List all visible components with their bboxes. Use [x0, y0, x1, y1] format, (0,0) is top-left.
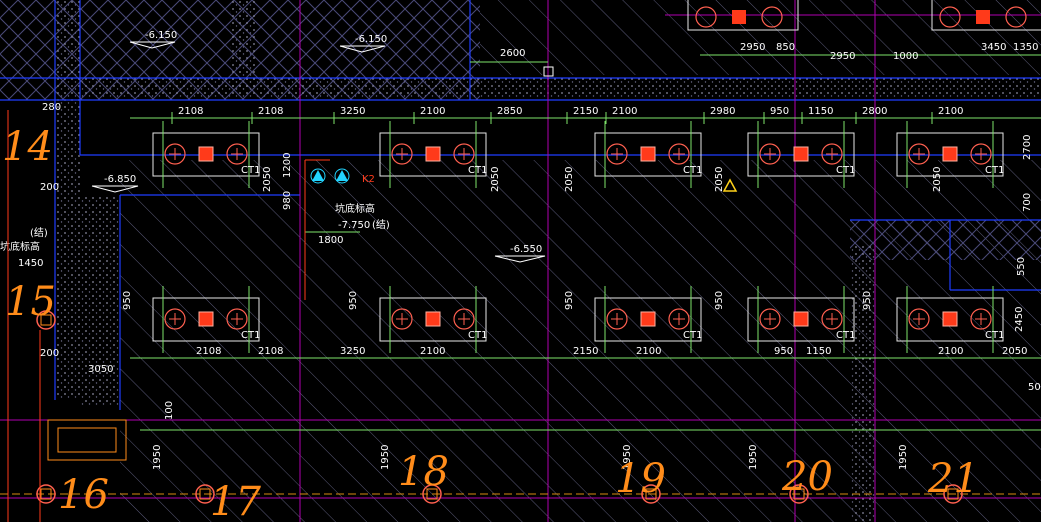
top-dim-label: 2100 [420, 106, 445, 117]
bottom-dim-label: 1150 [806, 346, 831, 357]
vertical-dim-label: 1950 [152, 445, 163, 470]
bottom-dim-label: 3250 [340, 346, 365, 357]
pit-note-suffix: (结) [372, 218, 390, 231]
bottom-left-structure [47, 419, 127, 461]
vertical-dim-label: 2050 [714, 167, 725, 192]
pit-note-text: 坑底标高 [335, 202, 375, 215]
elevation-label: -6.850 [104, 174, 136, 185]
top-dim-label: 2100 [938, 106, 963, 117]
vertical-dim-label: 1950 [898, 445, 909, 470]
handwritten-number: 21 [927, 456, 979, 502]
vertical-dim-label: 2050 [932, 167, 943, 192]
vertical-dim-label: 700 [1022, 193, 1033, 212]
vertical-dim-label: 980 [282, 191, 293, 210]
vertical-dim-label: 950 [564, 291, 575, 310]
top-dim-label: 2800 [862, 106, 887, 117]
left-note: 坑底标高 (结) 1450 [0, 226, 48, 269]
elevation-label: -6.550 [510, 244, 542, 255]
top-dim-label: 2108 [258, 106, 283, 117]
handwritten-number: 16 [58, 472, 109, 518]
bottom-dim-label: 2100 [938, 346, 963, 357]
bottom-dim-label: 2100 [420, 346, 445, 357]
vertical-dim-label: 2050 [262, 167, 273, 192]
top-dim-label: 2108 [178, 106, 203, 117]
cap-label: CT1 [985, 165, 1004, 176]
cap-label: CT1 [683, 165, 702, 176]
dim-200-a: 200 [40, 182, 59, 193]
bottom-dim-label: 950 [774, 346, 793, 357]
vertical-dim-label: 100 [164, 401, 175, 420]
k-label: K2 [362, 174, 375, 185]
wall-top-dots [230, 0, 255, 90]
top-dim-label: 2850 [497, 106, 522, 117]
upper-dim-label: 850 [776, 42, 795, 53]
left-dim-1450: 1450 [18, 258, 43, 269]
vertical-dim-label: 2450 [1014, 307, 1025, 332]
vertical-dim-label: 550 [1016, 257, 1027, 276]
dim-280: 280 [42, 102, 61, 113]
upper-dim-label: 2600 [500, 48, 525, 59]
top-dim-label: 2150 [573, 106, 598, 117]
cap-label: CT1 [468, 165, 487, 176]
wall-beam-dots [80, 78, 1040, 98]
bottom-dim-label: 2150 [573, 346, 598, 357]
upper-dim-label: 1350 [1013, 42, 1038, 53]
right-strip-hatch [850, 220, 1041, 260]
cap-label: CT1 [836, 330, 855, 341]
elevation-label: -6.150 [355, 34, 387, 45]
vertical-dim-label: 1950 [380, 445, 391, 470]
vertical-dim-label: 950 [348, 291, 359, 310]
upper-dim-label: 2950 [740, 42, 765, 53]
upper-dim-label: 2950 [830, 51, 855, 62]
cap-label: CT1 [241, 165, 260, 176]
bottom-dim-label: 2050 [1002, 346, 1027, 357]
pit-width-dim: 1800 [318, 235, 343, 246]
vertical-dim-label: 1200 [282, 153, 293, 178]
upper-dim-label: 3450 [981, 42, 1006, 53]
left-note-suffix: (结) [30, 226, 48, 239]
upper-dim-label: 1000 [893, 51, 918, 62]
cap-label: CT1 [836, 165, 855, 176]
bottom-dim-label: 2108 [196, 346, 221, 357]
handwritten-number: 14 [2, 124, 53, 170]
left-note-text: 坑底标高 [0, 240, 40, 253]
vertical-dim-label: 2050 [564, 167, 575, 192]
vertical-dim-label: 2050 [490, 167, 501, 192]
top-dim-label: 3250 [340, 106, 365, 117]
cap-label: CT1 [683, 330, 702, 341]
bottom-dim-label: 2108 [258, 346, 283, 357]
handwritten-number: 19 [615, 456, 666, 502]
vertical-dim-label: 950 [714, 291, 725, 310]
dim-3050: 3050 [88, 364, 113, 375]
cap-label: CT1 [985, 330, 1004, 341]
top-dim-label: 950 [770, 106, 789, 117]
cap-label: CT1 [468, 330, 487, 341]
handwritten-number: 15 [5, 279, 56, 325]
pit-elevation: -7.750 [338, 220, 370, 231]
handwritten-number: 20 [781, 454, 833, 500]
top-dim-label: 2980 [710, 106, 735, 117]
upper-right-hatch [480, 0, 1041, 75]
vertical-dim-label: 2700 [1022, 135, 1033, 160]
dim-50: 50 [1028, 382, 1041, 393]
top-dim-label: 1150 [808, 106, 833, 117]
bottom-dim-label: 2100 [636, 346, 661, 357]
vertical-dim-label: 950 [862, 291, 873, 310]
handwritten-number: 18 [398, 449, 449, 495]
cap-label: CT1 [241, 330, 260, 341]
vertical-dim-label: 950 [122, 291, 133, 310]
vertical-dim-label: 1950 [748, 445, 759, 470]
wall-topleft-dots [55, 0, 80, 100]
elevation-label: -6.150 [145, 30, 177, 41]
cad-drawing: 2108 2108 3250 2100 2850 2150 2100 2980 950 1150 2… [0, 0, 1041, 522]
wall-right-dots [850, 245, 875, 522]
top-dim-label: 2100 [612, 106, 637, 117]
handwritten-number: 17 [210, 479, 261, 522]
dim-200-b: 200 [40, 348, 59, 359]
